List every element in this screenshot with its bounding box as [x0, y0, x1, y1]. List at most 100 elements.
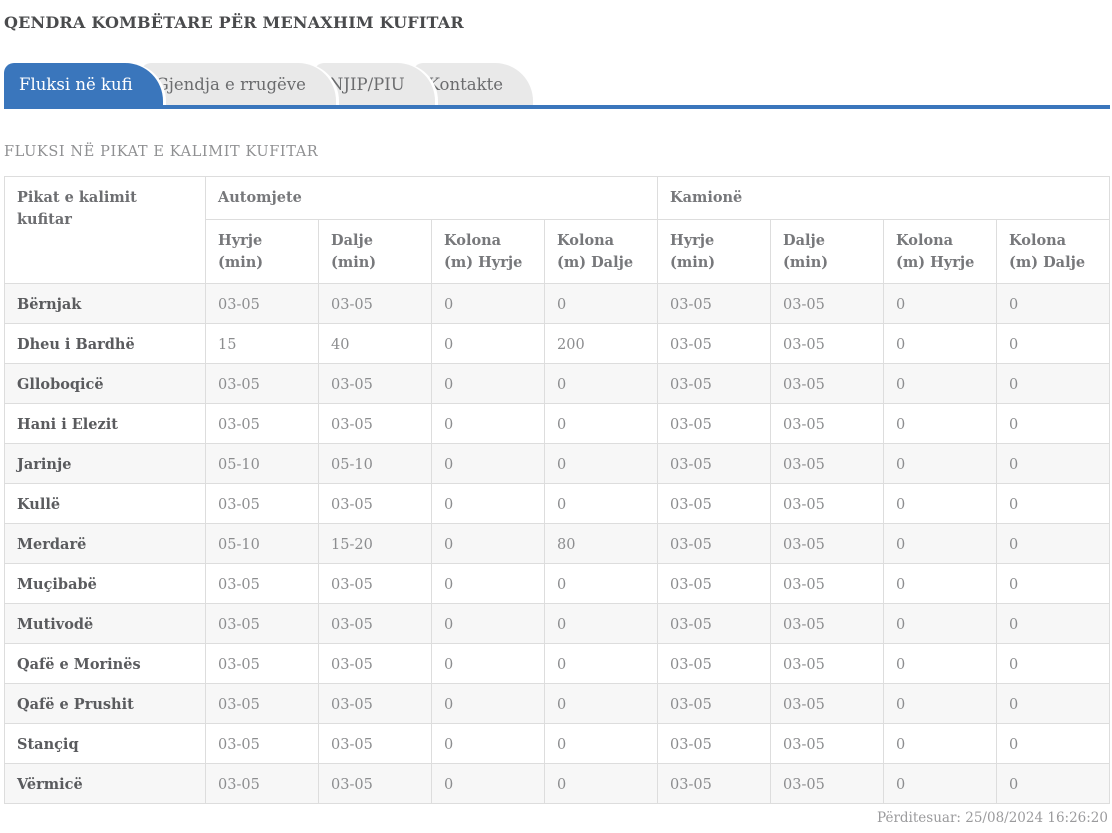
crossing-point-name: Kullë — [4, 483, 206, 525]
value-cell: 03-05 — [318, 363, 432, 405]
value-cell: 0 — [996, 443, 1110, 485]
value-cell: 0 — [883, 523, 997, 565]
value-cell: 03-05 — [657, 323, 771, 365]
value-cell: 0 — [883, 443, 997, 485]
value-cell: 0 — [431, 723, 545, 765]
crossing-point-name: Dheu i Bardhë — [4, 323, 206, 365]
column-header-automjete-dalje-min: Dalje (min) — [318, 218, 432, 285]
value-cell: 05-10 — [205, 443, 319, 485]
value-cell: 0 — [431, 683, 545, 725]
value-cell: 0 — [544, 443, 658, 485]
value-cell: 03-05 — [770, 563, 884, 605]
table-body: Bërnjak 03-05 03-05 0 0 03-05 03-05 0 0 Dheu i Ba… — [4, 283, 1110, 805]
table-row: Merdarë 05-10 15-20 0 80 03-05 03-05 0 0 — [4, 523, 1110, 565]
crossing-point-name: Qafë e Prushit — [4, 683, 206, 725]
value-cell: 0 — [996, 323, 1110, 365]
value-cell: 0 — [883, 723, 997, 765]
value-cell: 03-05 — [657, 603, 771, 645]
crossing-point-name: Merdarë — [4, 523, 206, 565]
value-cell: 03-05 — [205, 763, 319, 805]
value-cell: 05-10 — [205, 523, 319, 565]
value-cell: 0 — [544, 403, 658, 445]
value-cell: 03-05 — [205, 683, 319, 725]
value-cell: 05-10 — [318, 443, 432, 485]
table-row: Glloboqicë 03-05 03-05 0 0 03-05 03-05 0 0 — [4, 363, 1110, 405]
table-row: Qafë e Prushit 03-05 03-05 0 0 03-05 03-05 0 0 — [4, 683, 1110, 725]
value-cell: 200 — [544, 323, 658, 365]
value-cell: 0 — [544, 723, 658, 765]
page-root: QENDRA KOMBËTARE PËR MENAXHIM KUFITAR Fl… — [0, 13, 1112, 826]
value-cell: 03-05 — [657, 523, 771, 565]
value-cell: 0 — [544, 763, 658, 805]
value-cell: 03-05 — [318, 283, 432, 325]
value-cell: 03-05 — [657, 563, 771, 605]
crossing-point-name: Glloboqicë — [4, 363, 206, 405]
value-cell: 03-05 — [657, 443, 771, 485]
value-cell: 0 — [996, 723, 1110, 765]
column-group-automjete: Automjete — [205, 176, 658, 220]
column-header-automjete-hyrje-min: Hyrje (min) — [205, 218, 319, 285]
column-header-automjete-kolona-dalje: Kolona (m) Dalje — [544, 218, 658, 285]
column-header-automjete-kolona-hyrje: Kolona (m) Hyrje — [431, 218, 545, 285]
page-title: QENDRA KOMBËTARE PËR MENAXHIM KUFITAR — [4, 13, 464, 32]
value-cell: 0 — [883, 603, 997, 645]
value-cell: 0 — [996, 643, 1110, 685]
value-cell: 0 — [883, 643, 997, 685]
value-cell: 03-05 — [318, 643, 432, 685]
value-cell: 03-05 — [657, 483, 771, 525]
table-header-group-row: Pikat e kalimit kufitar Automjete Kamion… — [4, 175, 1110, 285]
value-cell: 0 — [544, 563, 658, 605]
value-cell: 03-05 — [205, 363, 319, 405]
value-cell: 0 — [431, 523, 545, 565]
value-cell: 0 — [431, 763, 545, 805]
value-cell: 03-05 — [770, 483, 884, 525]
column-header-kamione-kolona-dalje: Kolona (m) Dalje — [996, 218, 1110, 285]
crossing-point-name: Bërnjak — [4, 283, 206, 325]
crossing-point-name: Jarinje — [4, 443, 206, 485]
value-cell: 03-05 — [770, 323, 884, 365]
value-cell: 0 — [996, 763, 1110, 805]
table-row: Mutivodë 03-05 03-05 0 0 03-05 03-05 0 0 — [4, 603, 1110, 645]
border-flux-table: Pikat e kalimit kufitar Automjete Kamion… — [4, 175, 1110, 805]
value-cell: 03-05 — [205, 563, 319, 605]
crossing-point-name: Stançiq — [4, 723, 206, 765]
value-cell: 03-05 — [770, 363, 884, 405]
value-cell: 03-05 — [205, 603, 319, 645]
value-cell: 0 — [431, 283, 545, 325]
table-row: Vërmicë 03-05 03-05 0 0 03-05 03-05 0 0 — [4, 763, 1110, 805]
value-cell: 0 — [996, 483, 1110, 525]
value-cell: 0 — [996, 363, 1110, 405]
value-cell: 03-05 — [770, 523, 884, 565]
value-cell: 40 — [318, 323, 432, 365]
crossing-point-name: Vërmicë — [4, 763, 206, 805]
value-cell: 0 — [883, 323, 997, 365]
value-cell: 03-05 — [657, 363, 771, 405]
value-cell: 15-20 — [318, 523, 432, 565]
value-cell: 03-05 — [318, 683, 432, 725]
value-cell: 0 — [544, 363, 658, 405]
value-cell: 03-05 — [657, 283, 771, 325]
value-cell: 03-05 — [657, 683, 771, 725]
value-cell: 03-05 — [657, 723, 771, 765]
value-cell: 03-05 — [770, 283, 884, 325]
table-row: Muçibabë 03-05 03-05 0 0 03-05 03-05 0 0 — [4, 563, 1110, 605]
value-cell: 0 — [431, 403, 545, 445]
value-cell: 0 — [544, 483, 658, 525]
tab-gjendja-e-rrugeve[interactable]: Gjendja e rrugëve — [140, 63, 336, 105]
value-cell: 03-05 — [770, 643, 884, 685]
value-cell: 03-05 — [770, 603, 884, 645]
value-cell: 03-05 — [770, 683, 884, 725]
column-header-kamione-hyrje-min: Hyrje (min) — [657, 218, 771, 285]
value-cell: 0 — [996, 283, 1110, 325]
table-row: Jarinje 05-10 05-10 0 0 03-05 03-05 0 0 — [4, 443, 1110, 485]
value-cell: 03-05 — [318, 763, 432, 805]
table-row: Bërnjak 03-05 03-05 0 0 03-05 03-05 0 0 — [4, 283, 1110, 325]
value-cell: 03-05 — [770, 763, 884, 805]
tab-fluksi-ne-kufi[interactable]: Fluksi në kufi — [4, 63, 163, 105]
value-cell: 03-05 — [770, 443, 884, 485]
value-cell: 0 — [883, 403, 997, 445]
value-cell: 03-05 — [770, 403, 884, 445]
column-group-kamione: Kamionë — [657, 176, 1110, 220]
table-row: Dheu i Bardhë 15 40 0 200 03-05 03-05 0 0 — [4, 323, 1110, 365]
value-cell: 0 — [883, 763, 997, 805]
